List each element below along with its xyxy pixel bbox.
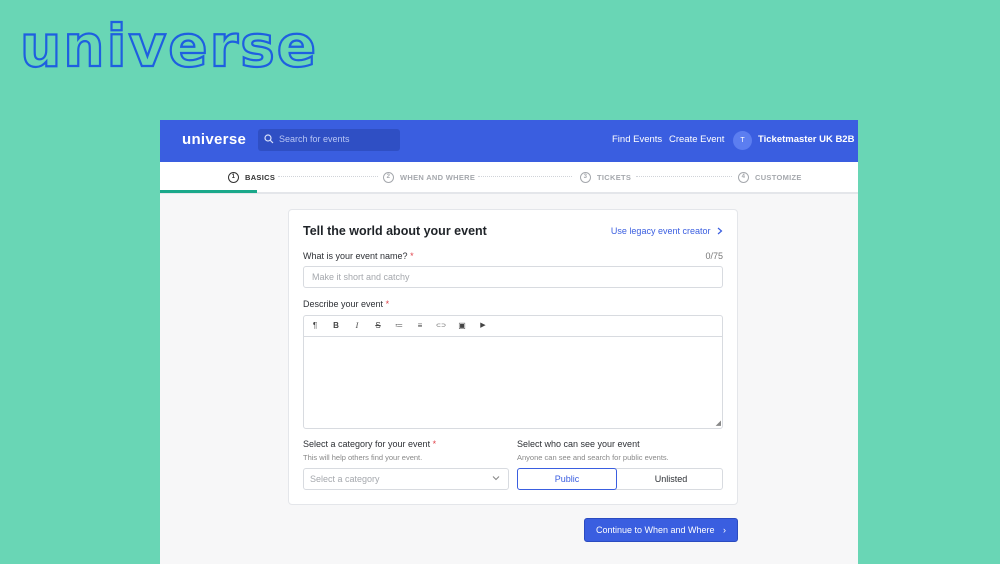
category-label-text: Select a category for your event <box>303 439 431 449</box>
link-icon[interactable]: ⊂⊃ <box>435 320 447 332</box>
chevron-right-icon: › <box>723 525 727 535</box>
required-mark: * <box>410 251 414 261</box>
step-number: 1 <box>228 172 239 183</box>
event-name-label-text: What is your event name? <box>303 251 408 261</box>
description-editor[interactable]: ¶ B I S ≔ ≡ ⊂⊃ ▣ ▶ ◢ <box>303 315 723 429</box>
bulleted-list-icon[interactable]: ≔ <box>393 320 405 332</box>
step-label: WHEN AND WHERE <box>400 173 476 182</box>
category-select[interactable]: Select a category <box>303 468 509 490</box>
event-name-label: What is your event name? * <box>303 251 414 261</box>
numbered-list-icon[interactable]: ≡ <box>414 320 426 332</box>
step-label: CUSTOMIZE <box>755 173 802 182</box>
top-navbar: universe Search for events Find Events C… <box>160 120 858 162</box>
category-placeholder: Select a category <box>310 474 380 484</box>
continue-button-label: Continue to When and Where <box>595 525 715 535</box>
progress-steps: 1 BASICS 2 WHEN AND WHERE 3 TICKETS 4 CUSTOM… <box>160 162 858 194</box>
step-label: BASICS <box>245 173 276 182</box>
character-counter: 0/75 <box>705 251 723 261</box>
user-name[interactable]: Ticketmaster UK B2B <box>758 134 854 145</box>
step-divider <box>478 176 572 178</box>
step-when-and-where[interactable]: 2 WHEN AND WHERE <box>383 172 475 183</box>
paragraph-icon[interactable]: ¶ <box>309 320 321 332</box>
step-tickets[interactable]: 3 TICKETS <box>580 172 631 183</box>
italic-icon[interactable]: I <box>351 320 363 332</box>
event-name-input[interactable]: Make it short and catchy <box>303 266 723 288</box>
step-number: 2 <box>383 172 394 183</box>
search-bar[interactable]: Search for events <box>258 129 400 151</box>
event-basics-card: Tell the world about your event Use lega… <box>288 209 738 505</box>
step-customize[interactable]: 4 CUSTOMIZE <box>738 172 802 183</box>
resize-handle-icon[interactable]: ◢ <box>716 419 721 427</box>
step-label: TICKETS <box>597 173 632 182</box>
step-basics[interactable]: 1 BASICS <box>228 172 275 183</box>
step-number: 3 <box>580 172 591 183</box>
step-number: 4 <box>738 172 749 183</box>
editor-toolbar: ¶ B I S ≔ ≡ ⊂⊃ ▣ ▶ <box>304 316 722 337</box>
image-icon[interactable]: ▣ <box>456 320 468 332</box>
visibility-label: Select who can see your event <box>517 439 640 449</box>
universe-brand-logo: universe <box>18 14 328 78</box>
describe-label: Describe your event * <box>303 299 389 309</box>
page-title: Tell the world about your event <box>303 224 487 238</box>
step-divider <box>278 176 378 178</box>
describe-label-text: Describe your event <box>303 299 384 309</box>
search-input[interactable]: Search for events <box>279 134 350 144</box>
video-icon[interactable]: ▶ <box>477 320 489 332</box>
chevron-down-icon <box>492 476 500 481</box>
active-step-indicator <box>160 190 257 193</box>
strikethrough-icon[interactable]: S <box>372 320 384 332</box>
search-icon <box>264 134 274 144</box>
legacy-creator-link[interactable]: Use legacy event creator <box>611 226 723 236</box>
legacy-creator-label: Use legacy event creator <box>610 226 711 236</box>
create-event-link[interactable]: Create Event <box>669 134 724 145</box>
category-label: Select a category for your event * <box>303 439 436 449</box>
visibility-toggle: Public Unlisted <box>517 468 723 490</box>
required-mark: * <box>432 439 437 449</box>
step-divider <box>636 176 732 178</box>
unlisted-option[interactable]: Unlisted <box>620 469 722 489</box>
find-events-link[interactable]: Find Events <box>612 134 662 145</box>
universe-brand-logo-text: universe <box>20 14 318 78</box>
visibility-hint: Anyone can see and search for public eve… <box>517 453 669 462</box>
public-option[interactable]: Public <box>517 468 617 490</box>
bold-icon[interactable]: B <box>330 320 342 332</box>
continue-button[interactable]: Continue to When and Where › <box>584 518 738 542</box>
app-logo[interactable]: universe <box>182 131 246 148</box>
chevron-right-icon <box>717 227 723 235</box>
app-window: universe Search for events Find Events C… <box>160 120 858 564</box>
category-hint: This will help others find your event. <box>303 453 423 462</box>
event-name-placeholder: Make it short and catchy <box>312 272 410 282</box>
avatar[interactable]: T <box>733 131 752 150</box>
required-mark: * <box>385 299 390 309</box>
